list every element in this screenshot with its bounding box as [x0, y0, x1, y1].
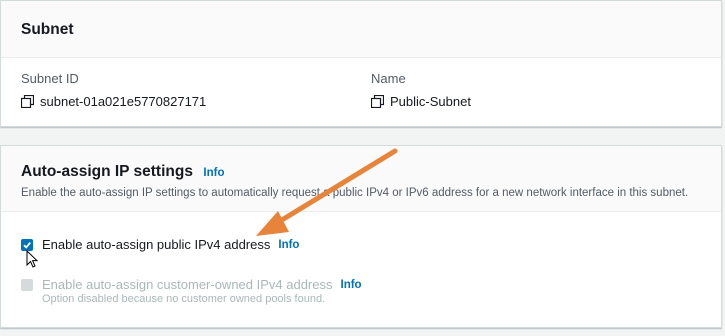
name-value[interactable]: Public-Subnet: [370, 94, 471, 109]
customer-owned-ipv4-note: Option disabled because no customer owne…: [42, 293, 326, 305]
customer-owned-ipv4-label: Enable auto-assign customer-owned IPv4 a…: [42, 277, 333, 292]
subnet-id-text: subnet-01a021e5770827171: [40, 94, 207, 109]
auto-assign-info-link[interactable]: Info: [203, 167, 224, 179]
name-text: Public-Subnet: [390, 94, 471, 109]
subnet-panel-title: Subnet: [21, 21, 74, 38]
auto-assign-panel: Auto-assign IP settings Info Enable the …: [0, 145, 722, 328]
auto-assign-panel-title: Auto-assign IP settings: [21, 163, 193, 180]
public-ipv4-option[interactable]: Enable auto-assign public IPv4 address I…: [21, 237, 299, 252]
customer-owned-ipv4-info-link[interactable]: Info: [341, 279, 362, 291]
copy-icon[interactable]: [370, 94, 385, 109]
copy-icon[interactable]: [20, 94, 35, 109]
subnet-panel-header: Subnet: [1, 1, 721, 58]
customer-owned-ipv4-checkbox: [21, 278, 33, 291]
subnet-id-label: Subnet ID: [21, 71, 79, 86]
cursor-icon: [26, 250, 39, 268]
subnet-panel: Subnet Subnet ID subnet-01a021e577082717…: [0, 0, 722, 127]
auto-assign-description: Enable the auto-assign IP settings to au…: [21, 187, 689, 199]
public-ipv4-label: Enable auto-assign public IPv4 address: [42, 237, 271, 252]
customer-owned-ipv4-option: Enable auto-assign customer-owned IPv4 a…: [21, 277, 362, 292]
name-label: Name: [371, 71, 406, 86]
subnet-id-value[interactable]: subnet-01a021e5770827171: [20, 94, 207, 109]
public-ipv4-checkbox[interactable]: [21, 238, 33, 251]
auto-assign-panel-header: Auto-assign IP settings Info Enable the …: [1, 146, 721, 212]
public-ipv4-info-link[interactable]: Info: [278, 239, 299, 251]
